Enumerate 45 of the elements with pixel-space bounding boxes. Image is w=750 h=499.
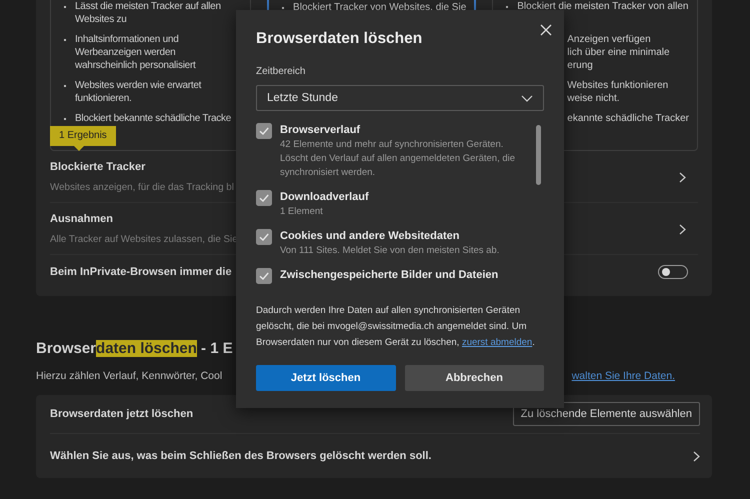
- section-description: Hierzu zählen Verlauf, Kennwörter, Cool: [36, 370, 222, 382]
- clear-now-button[interactable]: Jetzt löschen: [256, 365, 396, 391]
- cancel-button[interactable]: Abbrechen: [404, 365, 544, 391]
- setting-description: Websites anzeigen, für die das Tracking bl: [50, 182, 234, 193]
- bullet-text: Lässt die meisten Tracker auf allen Websites zu: [75, 0, 222, 26]
- bullet-text: weise nicht.: [567, 92, 620, 105]
- close-icon[interactable]: [540, 24, 552, 36]
- chevron-right-icon[interactable]: [679, 224, 686, 234]
- field-label: Zeitbereich: [256, 66, 306, 77]
- manage-data-link[interactable]: walten Sie Ihre Daten.: [572, 370, 675, 382]
- bullet-text: Websites werden wie erwartet funktionieren.: [75, 79, 202, 105]
- checkbox[interactable]: [256, 123, 272, 139]
- bullet-text: erung: [567, 59, 593, 72]
- chevron-right-icon[interactable]: [693, 450, 700, 462]
- setting-title: Beim InPrivate-Browsen immer die: [50, 266, 232, 278]
- scrollbar-thumb[interactable]: [536, 125, 541, 185]
- bullet-text: Blockiert Tracker von Websites, die Sie: [293, 1, 466, 14]
- setting-title: Browserdaten jetzt löschen: [50, 408, 194, 420]
- search-result-tooltip: 1 Ergebnis: [50, 126, 116, 151]
- setting-title: Wählen Sie aus, was beim Schließen des Browsers gelöscht werden soll.: [50, 450, 432, 462]
- chevron-down-icon: [521, 94, 533, 102]
- option-title: Downloadverlauf: [280, 190, 369, 204]
- info-text: Dadurch werden Ihre Daten auf allen synchronisierten Geräten gelöscht, die bei mvogel@swissitmedia.ch angemeldet sind. Um Browserdaten nur von diesem Gerät zu löschen, zuerst abmelden.: [256, 304, 536, 350]
- option-title: Cookies und andere Websitedaten: [280, 229, 461, 243]
- sign-out-link[interactable]: zuerst abmelden: [462, 337, 532, 348]
- checkbox[interactable]: [256, 190, 272, 206]
- option-title: Zwischengespeicherte Bilder und Dateien: [280, 268, 498, 282]
- bullet-text: Inhaltsinformationen und Werbeanzeigen werden wahrscheinlich personalisiert: [75, 33, 197, 72]
- option-title: Browserverlauf: [280, 123, 362, 137]
- toggle-switch[interactable]: [658, 265, 688, 279]
- checkbox[interactable]: [256, 229, 272, 245]
- option-description: 1 Element: [280, 205, 324, 219]
- option-description: Von 111 Sites. Meldet Sie von den meisten Sites ab.: [280, 244, 500, 258]
- bullet-text: Blockiert bekannte schädliche Tracke: [75, 112, 232, 125]
- checkbox[interactable]: [256, 268, 272, 284]
- bullet-text: Anzeigen verfügen: [567, 33, 651, 46]
- bullet-text: Websites funktionieren: [567, 79, 668, 92]
- bullet-text: lich über eine minimale: [567, 46, 670, 59]
- time-range-dropdown[interactable]: Letzte Stunde: [256, 85, 544, 111]
- setting-title: Ausnahmen: [50, 213, 114, 225]
- bullet-text: ekannte schädliche Tracker: [567, 112, 689, 125]
- bullet-text: Blockiert die meisten Tracker von allen: [517, 0, 688, 13]
- chevron-right-icon[interactable]: [679, 172, 686, 182]
- dialog-title: Browserdaten löschen: [256, 30, 422, 48]
- setting-title: Blockierte Tracker: [50, 161, 146, 173]
